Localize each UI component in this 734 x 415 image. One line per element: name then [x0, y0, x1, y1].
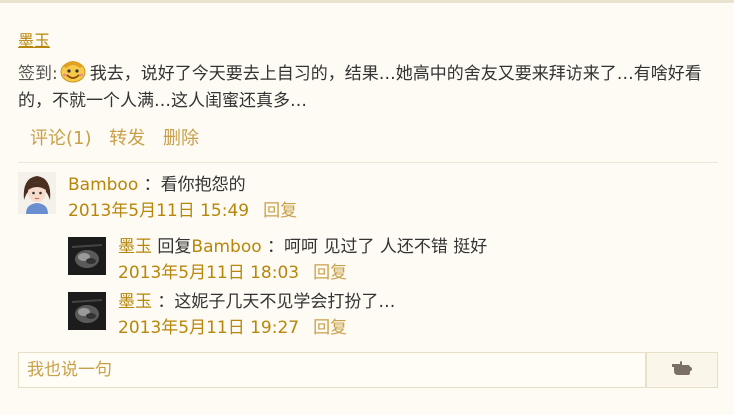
- post: 墨玉 签到: 我去，说好了今天要去上自习的，结果…她高中的舍友又要来拜访来了…有…: [18, 24, 718, 163]
- comment-text: ：看你抱怨的: [143, 175, 246, 195]
- reply-time: 2013年5月11日 19:27: [118, 318, 300, 338]
- reply-button[interactable]: 回复: [313, 263, 347, 283]
- comment-time: 2013年5月11日 15:49: [68, 201, 250, 221]
- reply-text: ：呵呵 见过了 人还不错 挺好: [267, 237, 488, 257]
- forward-button[interactable]: 转发: [109, 128, 145, 149]
- comment-bamboo: Bamboo ：看你抱怨的 2013年5月11日 15:49 回复: [68, 172, 297, 224]
- comment-input-wrapper: [18, 352, 646, 388]
- reply-prefix: 回复: [157, 237, 192, 257]
- post-actions: 评论(1) 转发 删除: [30, 124, 211, 150]
- avatar-moyu[interactable]: [68, 292, 106, 334]
- top-border: [0, 0, 734, 3]
- divider: [18, 162, 718, 163]
- reply-button[interactable]: 回复: [313, 318, 347, 338]
- reply-2: 墨玉 ：这妮子几天不见学会打扮了… 2013年5月11日 19:27 回复: [118, 289, 395, 341]
- reply-button[interactable]: 回复: [263, 201, 297, 221]
- post-text: 我去，说好了今天要去上自习的，结果…她高中的舍友又要来拜访来了…有啥好看的，不就…: [18, 64, 702, 111]
- comment-author-link[interactable]: Bamboo: [68, 175, 138, 195]
- delete-button[interactable]: 删除: [163, 128, 199, 149]
- mood-label: 签到:: [18, 64, 58, 84]
- submit-comment-button[interactable]: [646, 352, 718, 388]
- comment-input[interactable]: [19, 353, 645, 387]
- reply-author-link[interactable]: 墨玉: [118, 237, 152, 257]
- post-author-link[interactable]: 墨玉: [18, 27, 50, 51]
- pointing-hand-icon: [670, 358, 694, 382]
- comment-count-button[interactable]: 评论(1): [30, 128, 92, 149]
- avatar-moyu[interactable]: [68, 237, 106, 279]
- reply-1: 墨玉 回复Bamboo ：呵呵 见过了 人还不错 挺好 2013年5月11日 1…: [118, 234, 487, 286]
- reply-to-link[interactable]: Bamboo: [191, 237, 261, 257]
- post-body: 签到: 我去，说好了今天要去上自习的，结果…她高中的舍友又要来拜访来了…有啥好看…: [18, 58, 718, 115]
- reply-time: 2013年5月11日 18:03: [118, 263, 300, 283]
- reply-text: ：这妮子几天不见学会打扮了…: [157, 292, 396, 312]
- happy-face-emoji-icon: [58, 58, 88, 84]
- avatar-bamboo[interactable]: [18, 172, 56, 218]
- reply-author-link[interactable]: 墨玉: [118, 292, 152, 312]
